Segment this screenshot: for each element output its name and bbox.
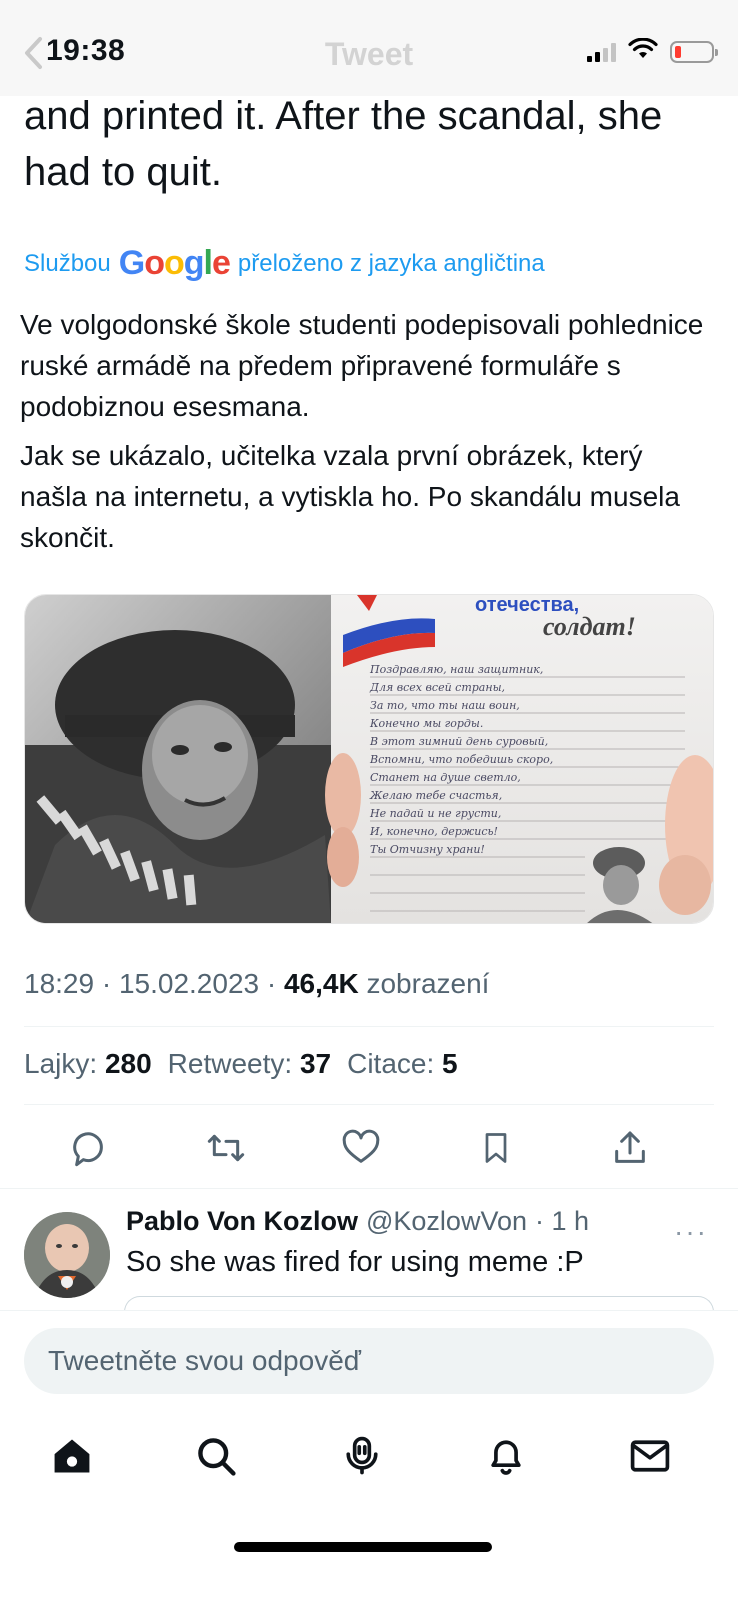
views-label: zobrazení bbox=[366, 968, 490, 999]
handwritten-line: Желаю тебе счастья, bbox=[369, 789, 502, 802]
reply-author-name[interactable]: Pablo Von Kozlow bbox=[126, 1206, 358, 1237]
translation-suffix: přeloženo z jazyka angličtina bbox=[237, 249, 545, 277]
tweet-timestamp: 18:29 · 15.02.2023 · bbox=[24, 968, 277, 999]
likes-stat[interactable]: Lajky: 280 bbox=[24, 1048, 152, 1080]
tweet-media-image[interactable]: отечества, солдат! Поздравляю, наш защит… bbox=[24, 594, 714, 924]
handwritten-line: Для всех всей страны, bbox=[369, 681, 505, 694]
messages-icon[interactable] bbox=[626, 1432, 674, 1480]
translated-paragraph: Ve volgodonské škole studenti podepisova… bbox=[20, 309, 704, 422]
divider bbox=[0, 1188, 738, 1189]
notifications-icon[interactable] bbox=[482, 1432, 530, 1480]
spaces-icon[interactable] bbox=[338, 1432, 386, 1480]
translation-attribution[interactable]: Službou Google přeloženo z jazyka anglič… bbox=[24, 244, 545, 283]
status-time: 19:38 bbox=[46, 34, 126, 67]
divider bbox=[24, 1104, 714, 1105]
tweet-meta: 18:29 · 15.02.2023 · 46,4K zobrazení bbox=[24, 968, 489, 1000]
home-indicator[interactable] bbox=[234, 1542, 492, 1552]
google-logo: Google bbox=[118, 244, 231, 282]
reply-text: So she was fired for using meme :P bbox=[126, 1246, 584, 1278]
divider bbox=[24, 1026, 714, 1027]
handwritten-line: Ты Отчизну храни! bbox=[370, 843, 485, 856]
reply-compose-input[interactable]: Tweetněte svou odpověď bbox=[24, 1328, 714, 1394]
wifi-icon bbox=[628, 37, 658, 65]
translated-text: Ve volgodonské škole studenti podepisova… bbox=[20, 304, 710, 566]
retweet-icon[interactable] bbox=[204, 1126, 248, 1170]
handwritten-line: Поздравляю, наш защитник, bbox=[369, 663, 543, 676]
handwritten-line: В этот зимний день суровый, bbox=[369, 735, 548, 748]
handwritten-line: Конечно мы горды. bbox=[369, 717, 483, 730]
reply-header: Pablo Von Kozlow @KozlowVon · 1 h bbox=[126, 1206, 589, 1237]
more-options-icon[interactable]: ··· bbox=[674, 1216, 708, 1248]
tweet-action-bar bbox=[24, 1120, 714, 1180]
handwritten-line: И, конечно, держись! bbox=[369, 825, 498, 838]
cellular-signal-icon bbox=[587, 42, 616, 62]
reply-author-handle[interactable]: @KozlowVon bbox=[366, 1206, 527, 1237]
search-icon[interactable] bbox=[192, 1432, 240, 1480]
home-icon[interactable] bbox=[48, 1432, 96, 1480]
battery-icon bbox=[670, 40, 718, 63]
status-bar: Tweet 19:38 bbox=[0, 0, 738, 96]
reply-avatar[interactable] bbox=[24, 1212, 110, 1298]
like-icon[interactable] bbox=[339, 1126, 383, 1170]
handwritten-line: Вспомни, что победишь скоро, bbox=[369, 753, 553, 766]
compose-placeholder: Tweetněte svou odpověď bbox=[48, 1345, 361, 1376]
bookmark-icon[interactable] bbox=[474, 1126, 518, 1170]
handwritten-line: За то, что ты наш воин, bbox=[370, 699, 520, 712]
reply-icon[interactable] bbox=[68, 1126, 112, 1170]
share-icon[interactable] bbox=[608, 1126, 652, 1170]
views-count: 46,4K bbox=[283, 968, 359, 999]
quotes-stat[interactable]: Citace: 5 bbox=[347, 1048, 458, 1080]
handwritten-line: Не падай и не грусти, bbox=[369, 807, 501, 820]
translation-prefix: Službou bbox=[24, 249, 111, 277]
tweet-stats: Lajky: 280 Retweety: 37 Citace: 5 bbox=[24, 1048, 458, 1080]
retweets-stat[interactable]: Retweety: 37 bbox=[168, 1048, 331, 1080]
handwritten-line: Станет на душе светло, bbox=[370, 771, 521, 784]
reply-time: · 1 h bbox=[535, 1206, 590, 1236]
postcard-word: солдат! bbox=[543, 612, 636, 641]
status-icons bbox=[587, 37, 718, 65]
tweet-original-text: and printed it. After the scandal, she h… bbox=[24, 94, 663, 194]
translated-paragraph: Jak se ukázalo, učitelka vzala první obr… bbox=[20, 440, 680, 553]
